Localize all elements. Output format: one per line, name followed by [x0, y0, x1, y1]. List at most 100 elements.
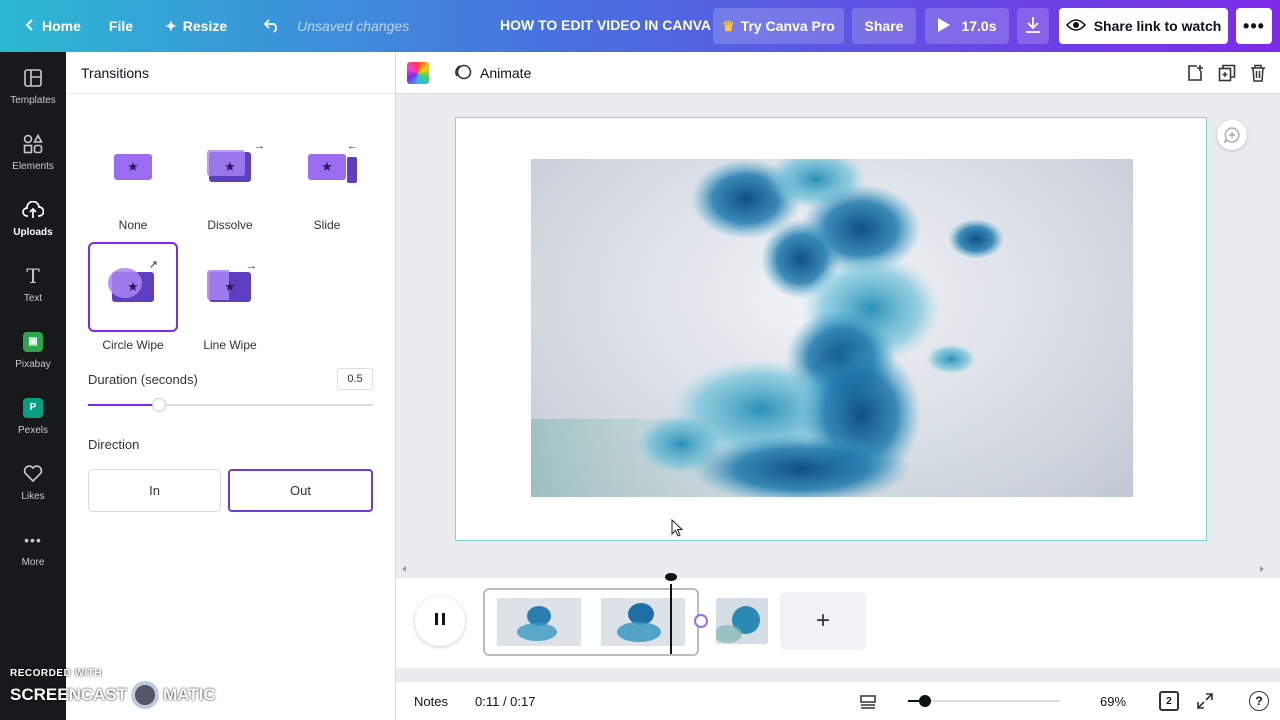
play-duration: 17.0s — [961, 18, 997, 34]
duplicate-page-icon[interactable] — [1217, 63, 1237, 83]
add-clip-button[interactable]: + — [780, 592, 866, 650]
playhead[interactable] — [670, 584, 672, 654]
left-rail: Templates Elements Uploads T Text ▣ Pixa… — [0, 52, 66, 720]
home-label: Home — [42, 18, 81, 34]
transition-none[interactable]: ★ None — [88, 122, 178, 232]
transition-label: Dissolve — [207, 218, 253, 232]
transition-label: Line Wipe — [203, 338, 257, 352]
transition-circle-wipe[interactable]: ★ ↗ Circle Wipe — [88, 242, 178, 352]
download-button[interactable] — [1017, 8, 1049, 44]
transition-label: None — [118, 218, 148, 232]
color-picker-button[interactable] — [407, 62, 429, 84]
next-clip-thumbnail[interactable] — [716, 598, 768, 644]
comment-icon[interactable] — [1217, 120, 1247, 150]
watermark-left-text: SCREENCAST — [10, 685, 128, 704]
notes-button[interactable]: Notes — [414, 694, 448, 709]
star-card-icon: ★ — [308, 154, 346, 180]
rail-label-pixabay: Pixabay — [15, 358, 51, 370]
playhead-handle[interactable] — [665, 573, 677, 581]
watermark-right-text: MATIC — [163, 685, 216, 704]
undo-icon — [263, 17, 281, 36]
timeline-view-icon[interactable] — [859, 692, 877, 710]
sparkle-icon: ✦ — [165, 17, 177, 34]
transition-thumb: ★ → — [185, 122, 275, 212]
duration-slider-thumb[interactable] — [152, 398, 167, 412]
try-pro-label: Try Canva Pro — [740, 18, 835, 34]
arrow-right-icon: → — [246, 260, 257, 272]
share-button[interactable]: Share — [852, 8, 916, 44]
duration-slider-fill — [88, 404, 160, 406]
transition-dissolve[interactable]: ★ → Dissolve — [185, 122, 275, 232]
transition-thumb: ★ → — [185, 242, 275, 332]
trash-icon[interactable] — [1248, 63, 1268, 83]
design-page[interactable] — [455, 117, 1207, 541]
transition-line-wipe[interactable]: ★ → Line Wipe — [185, 242, 275, 352]
transition-marker[interactable] — [694, 614, 708, 628]
page-count-button[interactable]: 2 — [1159, 691, 1179, 711]
zoom-level[interactable]: 69% — [1100, 694, 1126, 709]
direction-out-button[interactable]: Out — [228, 469, 373, 512]
video-element[interactable] — [531, 159, 1133, 497]
watermark-brand: SCREENCAST MATIC — [10, 681, 216, 709]
pause-button[interactable] — [415, 596, 465, 646]
mouse-cursor-icon — [671, 519, 683, 537]
direction-in-button[interactable]: In — [88, 469, 221, 512]
play-icon — [937, 17, 951, 36]
home-button[interactable]: Home — [14, 8, 91, 44]
transition-slide[interactable]: ★ ← Slide — [282, 122, 372, 232]
rail-item-text[interactable]: T Text — [0, 254, 66, 314]
duration-value-input[interactable]: 0.5 — [337, 368, 373, 390]
star-card-icon: ★ — [207, 150, 251, 182]
screencast-logo-icon — [131, 681, 160, 709]
rail-item-uploads[interactable]: Uploads — [0, 188, 66, 248]
arrow-up-right-icon: ↗ — [148, 259, 158, 271]
animate-button[interactable]: Animate — [454, 61, 531, 85]
screencast-watermark: RECORDED WITH SCREENCAST MATIC — [10, 668, 216, 709]
star-card-icon: ★ — [108, 268, 154, 302]
elements-icon — [22, 133, 44, 155]
resize-button[interactable]: ✦ Resize — [155, 8, 237, 44]
fullscreen-icon[interactable] — [1196, 692, 1214, 710]
animate-label: Animate — [480, 65, 532, 81]
add-page-icon[interactable] — [1185, 63, 1205, 83]
resize-label: Resize — [182, 18, 228, 34]
share-link-button[interactable]: Share link to watch — [1059, 8, 1228, 44]
rail-item-templates[interactable]: Templates — [0, 56, 66, 116]
more-icon: ••• — [24, 531, 42, 548]
file-menu-button[interactable]: File — [99, 8, 143, 44]
rail-item-likes[interactable]: Likes — [0, 452, 66, 512]
rail-item-more[interactable]: ••• More — [0, 518, 66, 578]
zoom-slider-thumb[interactable] — [918, 695, 931, 707]
rail-item-elements[interactable]: Elements — [0, 122, 66, 182]
play-button[interactable]: 17.0s — [925, 8, 1009, 44]
selected-video-clip[interactable] — [483, 588, 699, 656]
rail-label-uploads: Uploads — [13, 226, 53, 238]
duration-label: Duration (seconds) — [88, 372, 198, 387]
design-title[interactable]: HOW TO EDIT VIDEO IN CANVA — [500, 17, 711, 33]
pause-icon — [434, 612, 446, 631]
rail-label-templates: Templates — [10, 94, 56, 106]
transition-thumb: ★ — [88, 122, 178, 212]
transition-thumb: ★ ↗ — [88, 242, 178, 332]
crown-icon: ♛ — [722, 17, 735, 34]
duration-slider[interactable] — [88, 398, 373, 412]
heart-icon — [22, 463, 44, 485]
help-button[interactable]: ? — [1249, 691, 1269, 711]
arrow-left-icon: ← — [347, 140, 358, 152]
more-options-button[interactable]: ••• — [1236, 8, 1272, 44]
canvas-horizontal-scrollbar[interactable] — [400, 560, 1272, 572]
transition-label: Slide — [313, 218, 341, 232]
rail-item-pexels[interactable]: P Pexels — [0, 386, 66, 446]
arrow-right-icon: → — [254, 140, 265, 152]
more-dots-icon: ••• — [1243, 15, 1265, 36]
plus-icon: + — [815, 607, 830, 634]
zoom-slider[interactable] — [908, 695, 1060, 707]
try-canva-pro-button[interactable]: ♛ Try Canva Pro — [713, 8, 844, 44]
watermark-top-text: RECORDED WITH — [10, 668, 103, 679]
share-link-label: Share link to watch — [1093, 18, 1222, 34]
star-card-icon: ★ — [207, 270, 251, 302]
rail-label-more: More — [21, 556, 45, 568]
clip-thumbnail — [601, 598, 685, 646]
undo-button[interactable] — [253, 8, 291, 44]
rail-item-pixabay[interactable]: ▣ Pixabay — [0, 320, 66, 380]
